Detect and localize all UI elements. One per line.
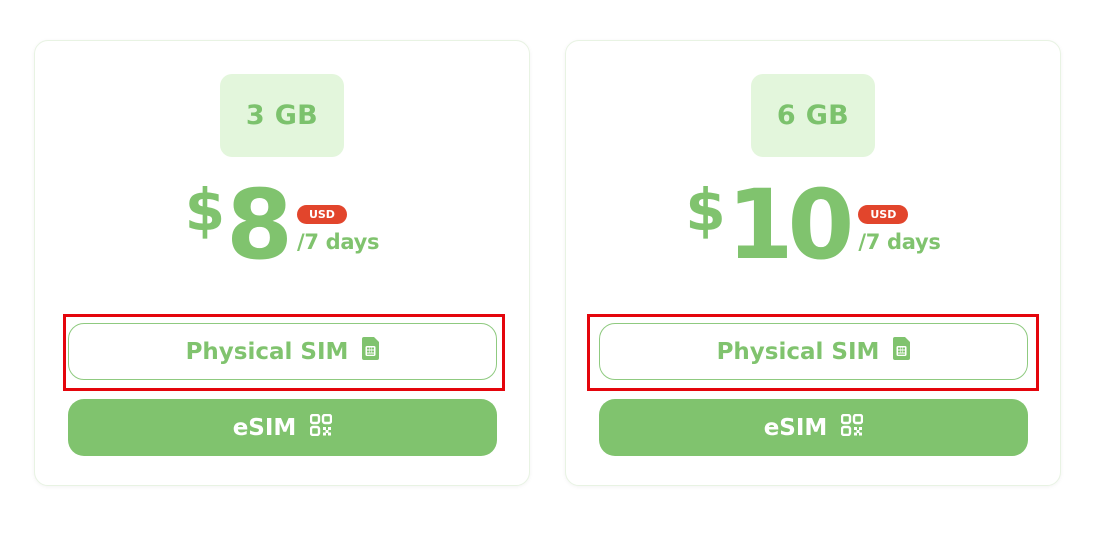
price-block: $ 8 USD /7 days (35, 177, 529, 273)
physical-sim-label: Physical SIM (716, 338, 880, 365)
data-amount-badge: 3 GB (220, 74, 344, 157)
esim-label: eSIM (763, 414, 828, 441)
currency-badge: USD (296, 205, 347, 224)
esim-label: eSIM (232, 414, 297, 441)
sim-card-icon (362, 337, 380, 366)
qr-code-icon (841, 413, 864, 442)
currency-symbol: $ (685, 176, 725, 244)
price-period: /7 days (296, 230, 380, 254)
physical-sim-button[interactable]: Physical SIM (68, 323, 497, 380)
price-meta: USD /7 days (296, 205, 380, 254)
price-block: $ 10 USD /7 days (566, 177, 1060, 273)
physical-sim-button[interactable]: Physical SIM (599, 323, 1028, 380)
sim-card-icon (893, 337, 911, 366)
currency-symbol: $ (184, 176, 225, 244)
price-period: /7 days (858, 230, 941, 254)
physical-sim-label: Physical SIM (185, 338, 349, 365)
data-amount-badge: 6 GB (751, 74, 875, 157)
esim-button[interactable]: eSIM (68, 399, 497, 456)
esim-button[interactable]: eSIM (599, 399, 1028, 456)
qr-code-icon (310, 413, 333, 442)
plan-card-3gb: 3 GB $ 8 USD /7 days Physical SIM eSIM (34, 40, 530, 486)
plan-cards: 3 GB $ 8 USD /7 days Physical SIM eSIM 6… (0, 0, 1099, 540)
plan-card-6gb: 6 GB $ 10 USD /7 days Physical SIM eSIM (565, 40, 1061, 486)
price-amount: 8 (226, 169, 293, 281)
price-meta: USD /7 days (858, 205, 941, 254)
price-amount: 10 (726, 169, 855, 281)
currency-badge: USD (858, 205, 909, 224)
